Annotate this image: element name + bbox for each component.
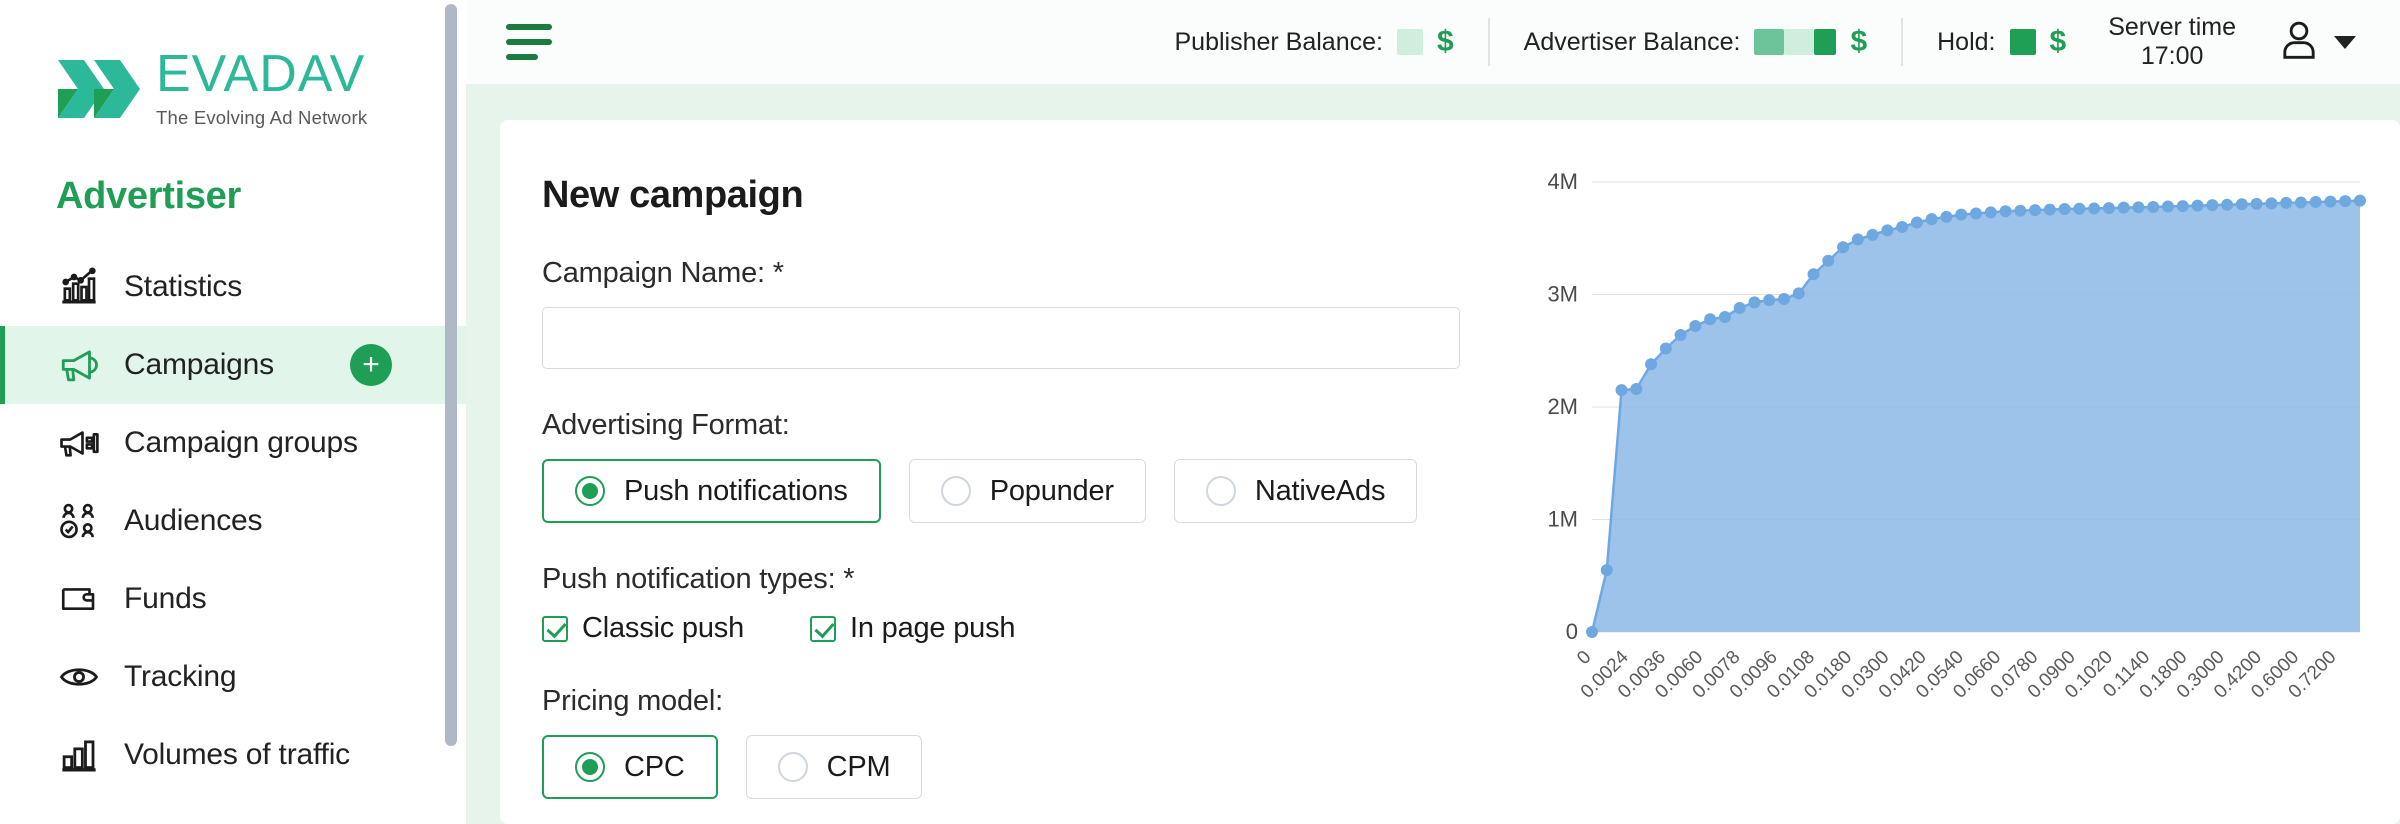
publisher-balance-value-masked — [1396, 29, 1423, 55]
checkbox-label: Classic push — [582, 612, 744, 644]
top-bar: Publisher Balance: $ Advertiser Balance:… — [466, 0, 2400, 84]
megaphone-icon — [56, 342, 102, 388]
megaphone-group-icon — [56, 420, 102, 466]
svg-text:4M: 4M — [1547, 169, 1578, 194]
user-avatar-icon — [2276, 17, 2322, 68]
audiences-people-icon — [56, 498, 102, 544]
radio-icon[interactable] — [575, 476, 605, 506]
hold-value-masked — [2009, 29, 2036, 55]
sidebar-item-campaign-groups[interactable]: Campaign groups — [0, 404, 466, 482]
hold-balance[interactable]: Hold: $ — [1937, 25, 2066, 59]
svg-text:0: 0 — [1566, 619, 1578, 644]
sidebar-item-funds[interactable]: Funds — [0, 560, 466, 638]
radio-icon[interactable] — [777, 752, 808, 782]
push-notification-types-label: Push notification types: * — [542, 563, 855, 595]
statistics-chart-icon — [56, 264, 102, 310]
svg-text:3M: 3M — [1547, 282, 1578, 307]
campaign-name-input[interactable] — [542, 307, 1460, 369]
chart-svg: 01M2M3M4M00.00240.00360.00600.00780.0096… — [1547, 169, 2366, 703]
advertising-format-label: Advertising Format: — [542, 409, 790, 441]
page-title: New campaign — [542, 174, 804, 216]
sidebar: EVADAV The Evolving Ad Network Advertise… — [0, 0, 466, 824]
radio-icon[interactable] — [1205, 476, 1236, 506]
campaign-form: New campaign Campaign Name: * Advertisin… — [500, 120, 1520, 824]
new-campaign-card: New campaign Campaign Name: * Advertisin… — [500, 120, 2400, 824]
advertiser-balance-value-masked — [1754, 29, 1837, 55]
svg-text:0: 0 — [1573, 647, 1595, 669]
push-notification-types-options: Classic push In page push — [542, 612, 1520, 645]
svg-text:1M: 1M — [1547, 507, 1578, 532]
sidebar-item-label: Campaigns — [124, 348, 274, 381]
account-menu[interactable] — [2276, 17, 2356, 68]
hold-label: Hold: — [1937, 27, 1996, 56]
traffic-volume-chart: 0 1M 2M 3M 4M 0 0.0024 0.0036 0.0060 0.0078 0.0096… — [1520, 120, 2400, 824]
sidebar-nav: Statistics Campaigns + Campaign groups A… — [0, 248, 466, 794]
pricing-model-options: CPC CPM — [542, 735, 1520, 799]
format-option-popunder[interactable]: Popunder — [908, 459, 1146, 523]
publisher-balance-label: Publisher Balance: — [1174, 27, 1383, 56]
currency-symbol: $ — [1436, 25, 1454, 58]
sidebar-item-campaigns[interactable]: Campaigns + — [0, 326, 466, 404]
logo-wordmark: EVADAV — [156, 45, 366, 103]
radio-icon[interactable] — [575, 752, 605, 782]
format-option-nativeads[interactable]: NativeAds — [1173, 459, 1418, 523]
sidebar-item-label: Campaign groups — [124, 426, 358, 459]
pricing-option-cpc[interactable]: CPC — [542, 735, 718, 799]
sidebar-item-label: Tracking — [124, 660, 237, 693]
sidebar-item-label: Audiences — [124, 504, 263, 537]
radio-icon[interactable] — [940, 476, 971, 506]
campaign-name-label: Campaign Name: * — [542, 257, 784, 289]
divider — [1901, 18, 1904, 66]
divider — [1487, 18, 1490, 66]
option-label: CPM — [826, 750, 891, 783]
brand-logo[interactable]: EVADAV The Evolving Ad Network — [0, 0, 466, 129]
checkbox-label: In page push — [850, 612, 1016, 644]
option-label: CPC — [624, 750, 685, 783]
sidebar-item-label: Funds — [124, 582, 207, 615]
advertiser-balance-label: Advertiser Balance: — [1523, 27, 1741, 56]
format-option-push-notifications[interactable]: Push notifications — [542, 459, 881, 523]
top-bar-right: Publisher Balance: $ Advertiser Balance:… — [1175, 0, 2356, 84]
sidebar-item-audiences[interactable]: Audiences — [0, 482, 466, 560]
advertiser-balance[interactable]: Advertiser Balance: $ — [1524, 25, 1867, 59]
checkbox-in-page-push[interactable]: In page push — [810, 612, 1016, 645]
pricing-option-cpm[interactable]: CPM — [745, 735, 923, 799]
currency-symbol: $ — [2049, 25, 2067, 58]
hamburger-menu-icon[interactable] — [506, 24, 552, 60]
publisher-balance[interactable]: Publisher Balance: $ — [1175, 25, 1454, 59]
eye-icon — [56, 654, 102, 700]
option-label: NativeAds — [1254, 474, 1386, 507]
checkbox-icon[interactable] — [810, 615, 836, 642]
server-time: Server time 17:00 — [2108, 13, 2236, 72]
checkbox-classic-push[interactable]: Classic push — [542, 612, 744, 645]
content-region: New campaign Campaign Name: * Advertisin… — [466, 84, 2400, 824]
checkbox-icon[interactable] — [542, 615, 568, 642]
sidebar-scrollbar-thumb[interactable] — [445, 4, 457, 746]
logo-tagline: The Evolving Ad Network — [156, 107, 368, 128]
sidebar-item-tracking[interactable]: Tracking — [0, 638, 466, 716]
add-campaign-button[interactable]: + — [350, 344, 392, 386]
main-area: Publisher Balance: $ Advertiser Balance:… — [466, 0, 2400, 824]
server-time-value: 17:00 — [2140, 42, 2204, 70]
sidebar-item-label: Statistics — [124, 270, 243, 303]
evadav-chevrons-icon — [56, 58, 142, 120]
advertising-format-options: Push notifications Popunder NativeAds — [542, 459, 1520, 523]
app-root: EVADAV The Evolving Ad Network Advertise… — [0, 0, 2400, 824]
svg-text:2M: 2M — [1547, 394, 1578, 419]
sidebar-role-title: Advertiser — [56, 175, 241, 217]
option-label: Push notifications — [624, 474, 848, 507]
option-label: Popunder — [989, 474, 1114, 507]
bar-chart-icon — [56, 732, 102, 778]
sidebar-item-volumes-of-traffic[interactable]: Volumes of traffic — [0, 716, 466, 794]
chevron-down-icon[interactable] — [2334, 35, 2356, 49]
sidebar-item-statistics[interactable]: Statistics — [0, 248, 466, 326]
wallet-icon — [56, 576, 102, 622]
currency-symbol: $ — [1850, 25, 1868, 58]
server-time-label: Server time — [2108, 12, 2236, 41]
pricing-model-label: Pricing model: — [542, 685, 723, 717]
sidebar-item-label: Volumes of traffic — [124, 738, 350, 771]
